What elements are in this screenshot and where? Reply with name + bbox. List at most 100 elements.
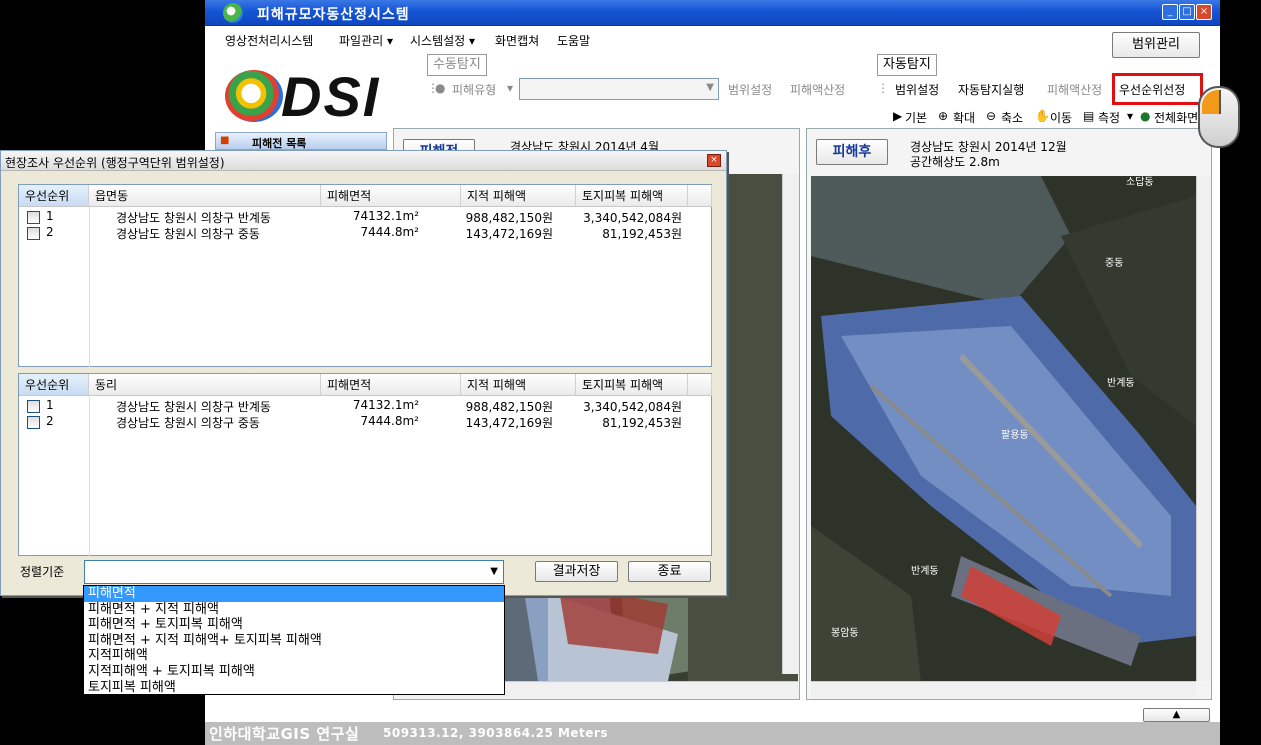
close-dialog-button[interactable]: 종료 (628, 561, 711, 582)
manual-range-setting[interactable]: 범위설정 (728, 81, 772, 98)
map-label-sodap: 소답동 (1126, 176, 1154, 188)
sort-option[interactable]: 토지피복 피해액 (84, 680, 504, 696)
dongri-list[interactable]: 우선순위 동리 피해면적 지적 피해액 토지피복 피해액 1 경상남도 창원시 … (18, 373, 712, 556)
cell-cadastral: 143,472,169원 (465, 227, 553, 241)
toolbar-grip-2: ⋮ (877, 81, 889, 95)
cell-priority: 2 (46, 414, 54, 428)
chevron-down-icon: ▼ (706, 82, 714, 93)
priority-dialog: 현장조사 우선순위 (행정구역단위 범위설정) × 우선순위 읍면동 피해면적 … (0, 150, 727, 596)
tool-measure[interactable]: 측정 (1098, 109, 1120, 126)
sort-options-list[interactable]: 피해면적 피해면적 + 지적 피해액 피해면적 + 토지피복 피해액 피해면적 … (83, 585, 505, 695)
sort-select[interactable]: ▼ (84, 560, 504, 584)
cell-cadastral: 988,482,150원 (465, 211, 553, 225)
after-map-hscroll[interactable] (811, 681, 1196, 698)
cell-cadastral: 988,482,150원 (465, 400, 553, 414)
row-checkbox[interactable] (27, 227, 40, 240)
cell-region: 경상남도 창원시 의창구 중동 (116, 416, 260, 430)
globe-icon: ● (1140, 109, 1151, 123)
after-resolution: 공간해상도 2.8m (910, 155, 1000, 169)
table-row[interactable]: 1 경상남도 창원시 의창구 반계동 74132.1m² 988,482,150… (19, 398, 709, 415)
col-blank (688, 374, 712, 396)
collapse-up-button[interactable]: ▲ (1143, 708, 1210, 722)
row-checkbox[interactable] (27, 416, 40, 429)
minimize-button[interactable]: _ (1162, 4, 1178, 20)
sort-option[interactable]: 피해면적 + 지적 피해액 (84, 602, 504, 618)
col-area[interactable]: 피해면적 (321, 374, 461, 396)
tool-zoom-out[interactable]: 축소 (1001, 109, 1023, 126)
cell-priority: 2 (46, 225, 54, 239)
sort-option[interactable]: 피해면적 + 토지피복 피해액 (84, 617, 504, 633)
menu-settings[interactable]: 시스템설정 ▾ (410, 32, 475, 49)
dsi-logo: DSI (225, 65, 405, 128)
menu-capture[interactable]: 화면캡쳐 (495, 32, 539, 49)
dialog-close-icon[interactable]: × (707, 154, 721, 167)
col-landcover[interactable]: 토지피복 피해액 (576, 185, 688, 207)
zoom-in-icon: ⊕ (938, 109, 949, 123)
window-title: 피해규모자동산정시스템 (257, 7, 410, 23)
col-priority[interactable]: 우선순위 (19, 374, 89, 396)
auto-range-setting[interactable]: 범위설정 (895, 81, 939, 98)
save-result-button[interactable]: 결과저장 (535, 561, 618, 582)
maximize-button[interactable]: □ (1179, 4, 1195, 20)
sort-option[interactable]: 피해면적 (84, 586, 504, 602)
col-region[interactable]: 동리 (89, 374, 321, 396)
row-checkbox[interactable] (27, 211, 40, 224)
menu-file[interactable]: 파일관리 ▾ (339, 32, 393, 49)
auto-damage-calc[interactable]: 피해액산정 (1047, 81, 1102, 98)
tool-zoom-in[interactable]: 확대 (953, 109, 975, 126)
dialog-title-bar: 현장조사 우선순위 (행정구역단위 범위설정) × (1, 151, 726, 171)
after-badge: 피해후 (816, 139, 888, 165)
col-area[interactable]: 피해면적 (321, 185, 461, 207)
tool-full-view[interactable]: 전체화면 (1154, 109, 1198, 126)
cell-landcover: 3,340,542,084원 (583, 400, 682, 414)
highlight-box (1112, 73, 1203, 105)
pan-hand-icon: ✋ (1035, 109, 1050, 123)
logo-globe-icon (225, 70, 283, 122)
sort-option[interactable]: 지적피해액 (84, 648, 504, 664)
measure-arrow-icon: ▾ (1127, 109, 1134, 123)
cell-cadastral: 143,472,169원 (465, 416, 553, 430)
tool-basic[interactable]: 기본 (905, 109, 927, 126)
damage-type-arrow-icon: ▾ (507, 81, 514, 95)
tool-pan[interactable]: 이동 (1050, 109, 1072, 126)
before-list-tab[interactable]: ■ 피해전 목록 (215, 132, 387, 150)
col-blank (688, 185, 712, 207)
eupmyeondong-list[interactable]: 우선순위 읍면동 피해면적 지적 피해액 토지피복 피해액 1 경상남도 창원시… (18, 184, 712, 367)
chevron-down-icon: ▼ (490, 566, 498, 577)
manual-damage-calc[interactable]: 피해액산정 (790, 81, 845, 98)
table-row[interactable]: 2 경상남도 창원시 의창구 중동 7444.8m² 143,472,169원 … (19, 225, 709, 242)
col-priority[interactable]: 우선순위 (19, 185, 89, 207)
damage-type-menu[interactable]: 피해유형 (452, 81, 496, 98)
manual-detect-label: 수동탐지 (427, 54, 487, 76)
menu-help[interactable]: 도움말 (557, 32, 590, 49)
menu-preprocessing[interactable]: 영상전처리시스템 (225, 32, 313, 49)
table-row[interactable]: 1 경상남도 창원시 의창구 반계동 74132.1m² 988,482,150… (19, 209, 709, 226)
cell-region: 경상남도 창원시 의창구 반계동 (116, 400, 271, 414)
cell-landcover: 81,192,453원 (602, 227, 682, 241)
damage-type-select[interactable]: ▼ (519, 78, 719, 100)
sort-option[interactable]: 피해면적 + 지적 피해액+ 토지피복 피해액 (84, 633, 504, 649)
measure-icon: ▤ (1083, 109, 1095, 123)
after-map-vscroll[interactable] (1196, 176, 1211, 681)
after-map-image[interactable]: 소답동 중동 반계동 팔용동 반계동 봉암동 (811, 176, 1196, 681)
row-checkbox[interactable] (27, 400, 40, 413)
cell-area: 7444.8m² (360, 414, 420, 428)
range-manage-button[interactable]: 범위관리 (1112, 32, 1200, 58)
col-cadastral[interactable]: 지적 피해액 (461, 374, 576, 396)
table-row[interactable]: 2 경상남도 창원시 의창구 중동 7444.8m² 143,472,169원 … (19, 414, 709, 431)
map-label-bongam: 봉암동 (831, 627, 859, 639)
cell-region: 경상남도 창원시 의창구 중동 (116, 227, 260, 241)
sort-option[interactable]: 지적피해액 + 토지피복 피해액 (84, 664, 504, 680)
close-button[interactable]: × (1196, 4, 1212, 20)
before-map-vscroll[interactable] (782, 174, 799, 674)
col-cadastral[interactable]: 지적 피해액 (461, 185, 576, 207)
col-region[interactable]: 읍면동 (89, 185, 321, 207)
menu-bar: 영상전처리시스템 파일관리 ▾ 시스템설정 ▾ 화면캡쳐 도움말 (205, 26, 1220, 54)
mouse-click-icon (1198, 86, 1240, 148)
map-label-bangye-2: 반계동 (911, 565, 939, 577)
col-landcover[interactable]: 토지피복 피해액 (576, 374, 688, 396)
app-globe-icon (223, 3, 243, 23)
logo-text: DSI (281, 65, 381, 128)
status-bar: 인하대학교GIS 연구실 509313.12, 3903864.25 Meter… (205, 722, 1220, 745)
auto-detect-run[interactable]: 자동탐지실행 (958, 81, 1024, 98)
